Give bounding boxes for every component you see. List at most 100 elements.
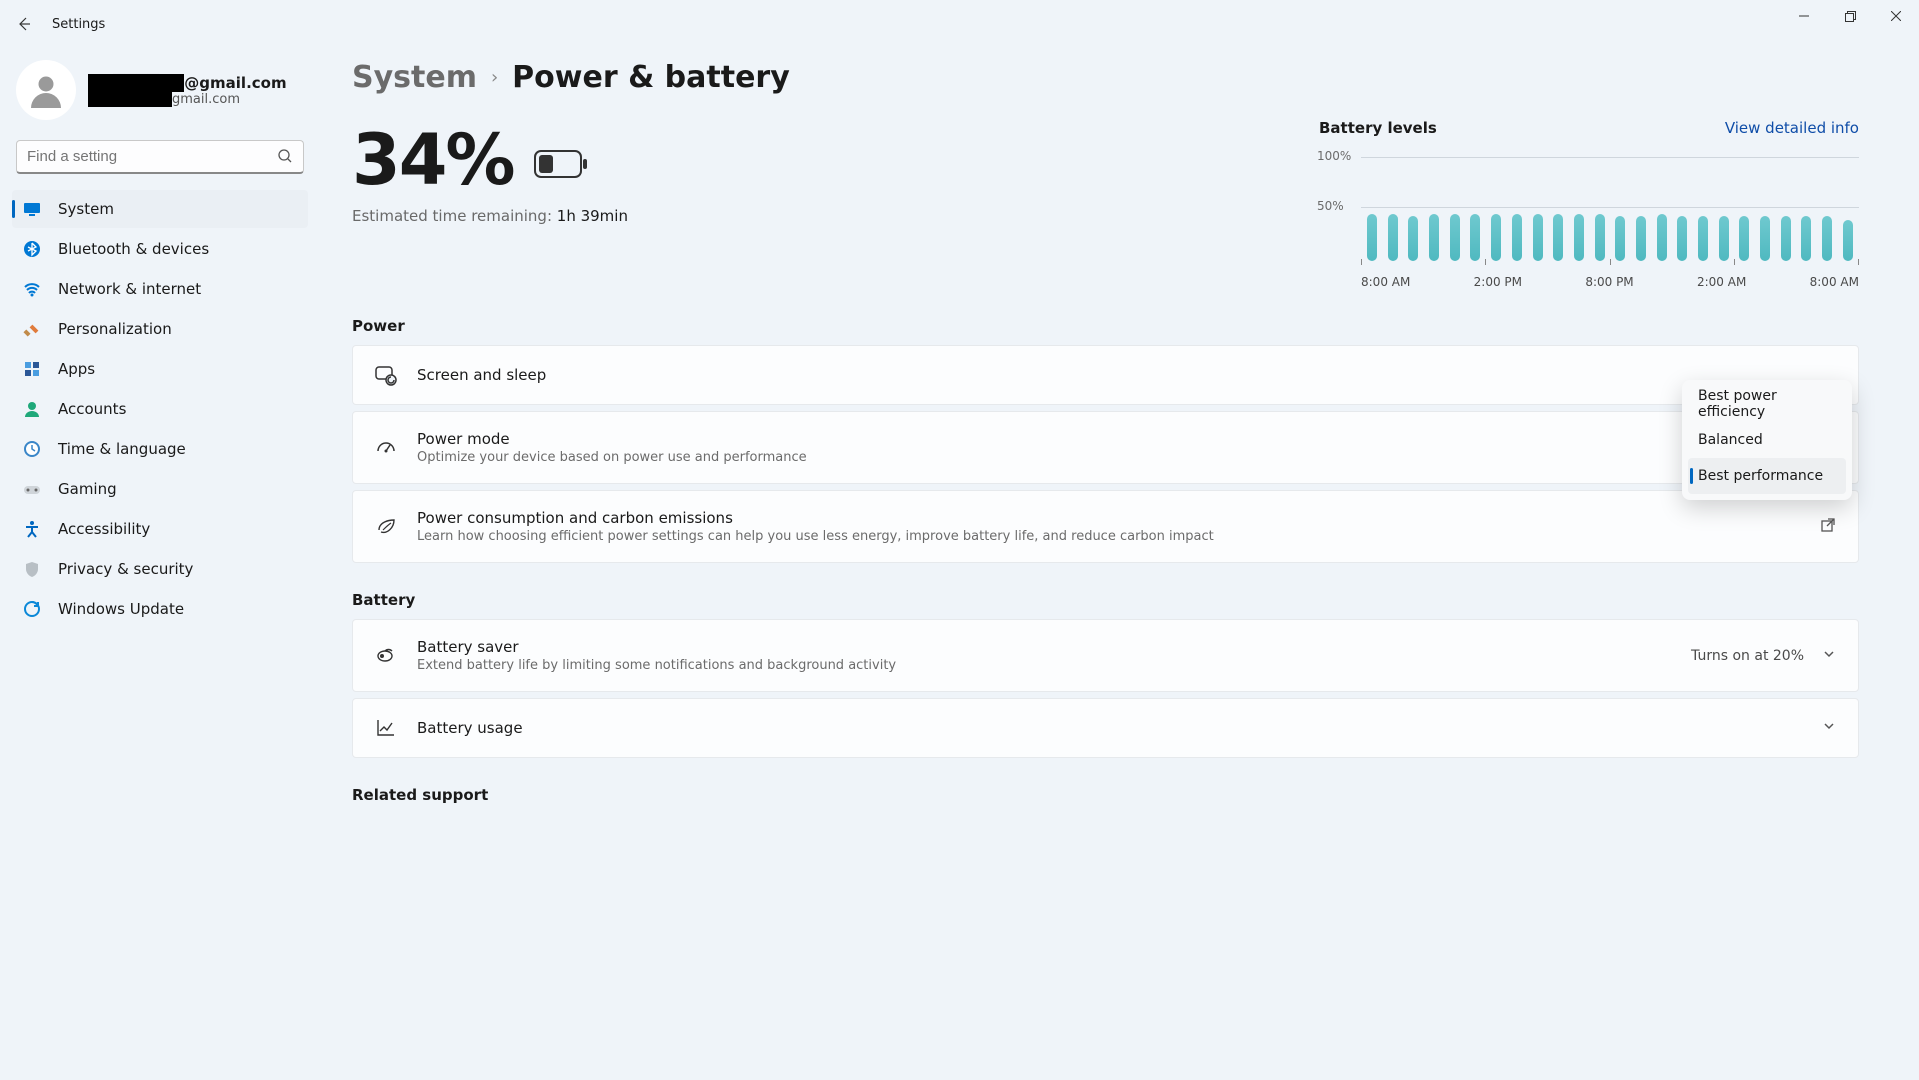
chart-x-label: 2:00 AM (1697, 275, 1746, 289)
update-icon (22, 599, 42, 619)
chart-bar (1719, 216, 1729, 261)
card-title: Power consumption and carbon emissions (417, 509, 1214, 527)
chart-x-label: 2:00 PM (1474, 275, 1522, 289)
close-icon (1891, 11, 1901, 21)
card-title: Power mode (417, 430, 807, 448)
card-battery-saver[interactable]: Battery saver Extend battery life by lim… (352, 619, 1859, 692)
page-title: Power & battery (512, 60, 790, 95)
sidebar-item-network[interactable]: Network & internet (12, 270, 308, 308)
card-power-consumption[interactable]: Power consumption and carbon emissions L… (352, 490, 1859, 563)
sidebar-item-label: Time & language (58, 440, 186, 458)
breadcrumb-parent[interactable]: System (352, 60, 477, 95)
chart-tick (1858, 259, 1859, 265)
network-icon (22, 279, 42, 299)
card-power-mode[interactable]: Power mode Optimize your device based on… (352, 411, 1859, 484)
chart-bar (1801, 216, 1811, 261)
card-subtitle: Learn how choosing efficient power setti… (417, 529, 1214, 544)
app-title: Settings (52, 17, 105, 32)
chart-bar (1429, 214, 1439, 261)
apps-icon (22, 359, 42, 379)
sidebar-item-label: Network & internet (58, 280, 201, 298)
sidebar-item-bluetooth[interactable]: Bluetooth & devices (12, 230, 308, 268)
person-icon (28, 72, 64, 108)
power-mode-option[interactable]: Best performance (1688, 458, 1846, 494)
sidebar-item-label: Windows Update (58, 600, 184, 618)
accessibility-icon (22, 519, 42, 539)
chart-bar (1739, 216, 1749, 261)
sidebar-item-label: System (58, 200, 114, 218)
chart-bar (1367, 214, 1377, 261)
sidebar-item-apps[interactable]: Apps (12, 350, 308, 388)
maximize-button[interactable] (1827, 0, 1873, 32)
chart-bar (1781, 216, 1791, 261)
privacy-icon (22, 559, 42, 579)
sidebar-item-system[interactable]: System (12, 190, 308, 228)
window-controls (1781, 0, 1919, 32)
sidebar-item-time[interactable]: Time & language (12, 430, 308, 468)
sidebar-item-label: Accounts (58, 400, 126, 418)
view-detailed-link[interactable]: View detailed info (1725, 119, 1859, 137)
chart-bar (1615, 216, 1625, 261)
sidebar-item-update[interactable]: Windows Update (12, 590, 308, 628)
personalization-icon (22, 319, 42, 339)
chart-bar (1760, 216, 1770, 261)
system-icon (22, 199, 42, 219)
sidebar-item-accessibility[interactable]: Accessibility (12, 510, 308, 548)
chart-bar (1677, 216, 1687, 261)
search-wrap (0, 136, 320, 186)
back-button[interactable] (0, 0, 48, 48)
estimated-time: Estimated time remaining: 1h 39min (352, 207, 628, 225)
sidebar-item-privacy[interactable]: Privacy & security (12, 550, 308, 588)
chart-bar (1533, 214, 1543, 261)
chart-bar (1388, 214, 1398, 261)
battery-icon (534, 150, 588, 182)
sidebar: ████████@gmail.com ████████gmail.com Sys… (0, 48, 320, 634)
chevron-down-icon (1822, 719, 1836, 737)
chart-x-label: 8:00 PM (1585, 275, 1633, 289)
search-icon (278, 148, 292, 167)
sidebar-item-label: Apps (58, 360, 95, 378)
battery-saver-status: Turns on at 20% (1691, 648, 1804, 664)
chart-bar (1470, 214, 1480, 261)
battery-percent: 34% (352, 119, 514, 201)
card-screen-sleep[interactable]: Screen and sleep (352, 345, 1859, 405)
battery-levels-chart: 100% 50% 8:00 AM2:00 PM8:00 PM2:00 AM8:0… (1319, 149, 1859, 289)
search-input[interactable] (16, 140, 304, 174)
chart-bar (1450, 214, 1460, 261)
chart-bar (1408, 216, 1418, 261)
chart-y-50: 50% (1317, 199, 1344, 213)
sidebar-item-label: Gaming (58, 480, 117, 498)
chart-tick (1610, 259, 1611, 265)
chart-title: Battery levels (1319, 119, 1437, 137)
section-battery-label: Battery (352, 591, 1859, 609)
chart-tick (1734, 259, 1735, 265)
chart-bar (1843, 220, 1853, 261)
chart-bar (1512, 214, 1522, 261)
card-subtitle: Extend battery life by limiting some not… (417, 658, 896, 673)
profile-text: ████████@gmail.com ████████gmail.com (88, 74, 287, 107)
minimize-button[interactable] (1781, 0, 1827, 32)
chart-tick (1361, 259, 1362, 265)
chevron-right-icon: › (491, 67, 498, 88)
main-content: System › Power & battery 34% Estimated t… (352, 48, 1859, 1080)
power-mode-option[interactable]: Balanced (1688, 422, 1846, 458)
power-mode-icon (375, 437, 399, 459)
chart-line-icon (375, 717, 399, 739)
section-power-label: Power (352, 317, 1859, 335)
profile-block[interactable]: ████████@gmail.com ████████gmail.com (0, 56, 320, 136)
sidebar-item-gaming[interactable]: Gaming (12, 470, 308, 508)
sidebar-item-accounts[interactable]: Accounts (12, 390, 308, 428)
close-button[interactable] (1873, 0, 1919, 32)
sidebar-item-personalization[interactable]: Personalization (12, 310, 308, 348)
chart-bar (1698, 216, 1708, 261)
card-title: Battery saver (417, 638, 896, 656)
battery-percent-block: 34% Estimated time remaining: 1h 39min (352, 119, 628, 289)
chart-bar (1822, 216, 1832, 261)
power-mode-option[interactable]: Best power efficiency (1688, 386, 1846, 422)
chart-bar (1636, 216, 1646, 261)
sidebar-item-label: Personalization (58, 320, 172, 338)
external-link-icon (1820, 517, 1836, 537)
card-battery-usage[interactable]: Battery usage (352, 698, 1859, 758)
bluetooth-icon (22, 239, 42, 259)
maximize-icon (1845, 11, 1856, 22)
